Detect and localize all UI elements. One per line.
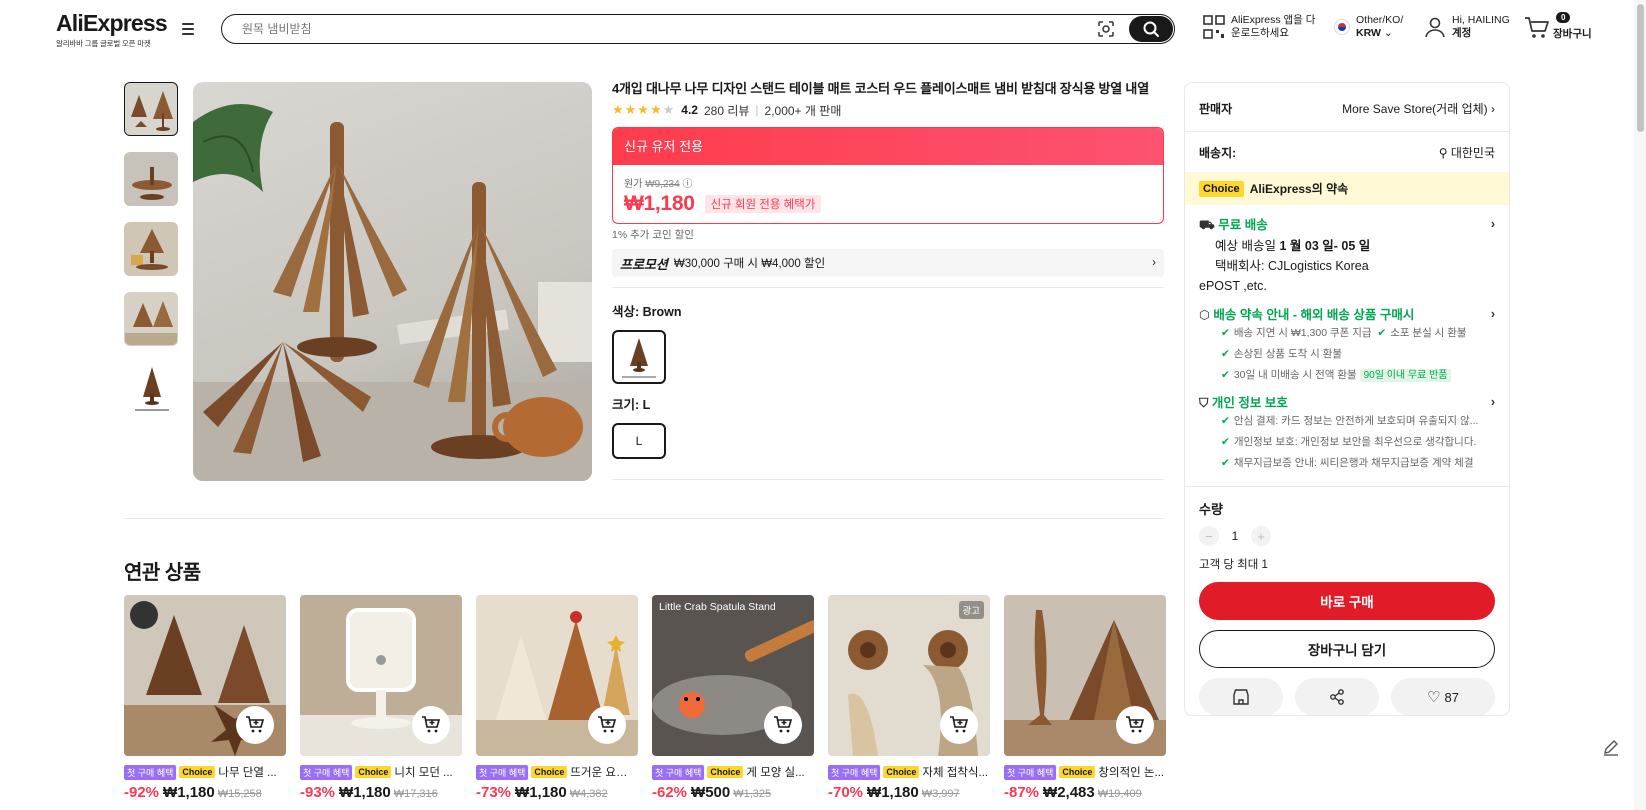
purchase-panel: 판매자 More Save Store(거래 업체) › 배송지: ⚲ 대한민국… [1184, 82, 1510, 716]
buy-now-button[interactable]: 바로 구매 [1199, 582, 1495, 620]
heart-icon: ♡ [1427, 689, 1441, 706]
location-pin-icon: ⚲ [1438, 145, 1448, 160]
search-bar [221, 14, 1175, 44]
chevron-right-icon: › [1152, 257, 1156, 269]
share-button[interactable] [1295, 678, 1379, 715]
cart-icon [1525, 16, 1549, 38]
info-icon[interactable]: ⓘ [682, 179, 692, 190]
qr-code-icon [1203, 15, 1225, 39]
promotion-bar[interactable]: 프로모션 ₩30,000 구매 시 ₩4,000 할인 › [612, 249, 1164, 277]
related-product-card[interactable]: Little Crab Spatula Stand 첫 구매 혜택 Choice 게… [652, 595, 814, 801]
sale-price: ₩1,180 [624, 192, 695, 215]
rating-stars-icon: ★★★★★ [612, 102, 676, 117]
thumbnail-4[interactable] [124, 292, 178, 346]
color-label: 색상: Brown [612, 305, 682, 319]
search-input[interactable] [222, 22, 1095, 36]
region-selector[interactable]: Other/KO/KRW ⌄ [1334, 14, 1403, 40]
section-divider [124, 518, 1164, 519]
share-icon [1330, 689, 1344, 705]
size-label: 크기: L [612, 398, 651, 412]
wishlist-button[interactable]: ♡ 87 [1391, 678, 1495, 715]
chevron-right-icon: › [1490, 217, 1495, 231]
related-product-card[interactable]: 첫 구매 혜택 Choice 창의적인 논... -87% ₩2,483 ₩19,409 [1004, 595, 1166, 801]
image-search-icon[interactable] [1095, 18, 1117, 40]
main-product-image[interactable] [193, 82, 592, 481]
scrollbar-thumb[interactable] [1637, 4, 1644, 132]
edit-icon[interactable] [1600, 736, 1622, 758]
product-title: 4개입 대나무 나무 디자인 스탠드 테이블 매트 코스터 우드 플레이스매트 … [612, 81, 1149, 96]
korea-flag-icon [1334, 19, 1350, 35]
rating-row[interactable]: ★★★★★ 4.2 280 리뷰 | 2,000+ 개 판매 [612, 102, 1164, 118]
related-product-card[interactable]: 첫 구매 혜택 Choice 나무 단열 ... -92% ₩1,180 ₩15,258 [124, 595, 286, 801]
color-option-brown[interactable] [612, 330, 666, 384]
related-product-card[interactable]: 광고 첫 구매 혜택 Choice 자체 접착식... -70% ₩1,180 ₩3,9… [828, 595, 990, 801]
price-tag: 신규 회원 전용 혜택가 [704, 195, 822, 213]
page-scrollbar[interactable] [1634, 0, 1646, 810]
quantity-stepper: − 1 + [1185, 526, 1509, 546]
ship-to-row[interactable]: 배송지: ⚲ 대한민국 [1185, 132, 1509, 172]
site-header: AliExpress 알리바바 그룹 글로벌 오픈 마켓 AliExpress … [0, 0, 1646, 58]
add-to-cart-icon[interactable] [236, 706, 274, 744]
related-product-card[interactable]: 첫 구매 혜택Choice뜨거운 요리용 나... -73%₩1,180₩4,3… [476, 595, 638, 801]
product-info: 4개입 대나무 나무 디자인 스탠드 테이블 매트 코스터 우드 플레이스매트 … [612, 80, 1164, 480]
cart-link[interactable]: 0 장바구니 [1524, 12, 1592, 41]
account-menu[interactable]: Hi, HAILING 계정 [1424, 14, 1510, 40]
size-option-l[interactable]: L [612, 423, 666, 459]
shield-icon: ⬡ [1199, 308, 1210, 322]
related-products-title: 연관 상품 [124, 562, 201, 584]
delivery-guarantee-row[interactable]: ⬡ 배송 약속 안내 - 해외 배송 상품 구매시 › [1185, 304, 1509, 323]
app-download-link[interactable]: AliExpress 앱을 다 운로드하세요 [1203, 14, 1315, 40]
coin-discount-note: 1% 추가 코인 할인 [612, 229, 694, 241]
chevron-right-icon: › [1490, 306, 1495, 321]
ad-badge: 광고 [958, 601, 984, 619]
search-button[interactable] [1129, 16, 1173, 42]
thumbnail-list [124, 82, 180, 432]
thumbnail-5[interactable] [124, 362, 178, 416]
add-to-cart-icon[interactable] [588, 706, 626, 744]
thumbnail-1[interactable] [124, 82, 178, 136]
store-button[interactable] [1199, 678, 1283, 715]
chevron-down-icon: ⌄ [1383, 27, 1393, 39]
add-to-cart-button[interactable]: 장바구니 담기 [1199, 630, 1495, 668]
new-user-label: 신규 유저 전용 [613, 128, 1163, 165]
related-products-list: 첫 구매 혜택 Choice 나무 단열 ... -92% ₩1,180 ₩15,258… [124, 595, 1166, 801]
qty-increase-button[interactable]: + [1251, 526, 1271, 546]
truck-icon: ⛟ [1199, 218, 1215, 232]
add-to-cart-icon[interactable] [940, 706, 978, 744]
menu-icon[interactable] [180, 22, 196, 36]
choice-promise-bar: Choice AliExpress의 약속 [1185, 172, 1509, 205]
chevron-right-icon: › [1491, 101, 1495, 116]
qty-decrease-button[interactable]: − [1199, 526, 1219, 546]
store-icon [1233, 689, 1249, 705]
chevron-right-icon: › [1490, 394, 1495, 409]
original-price: ₩9,234 [645, 179, 680, 190]
seller-row[interactable]: 판매자 More Save Store(거래 업체) › [1185, 85, 1509, 131]
thumbnail-3[interactable] [124, 222, 178, 276]
user-icon [1425, 17, 1445, 38]
search-icon [1143, 21, 1159, 37]
add-to-cart-icon[interactable] [1116, 706, 1154, 744]
cart-count-badge: 0 [1556, 12, 1571, 23]
thumbnail-2[interactable] [124, 152, 178, 206]
qty-value: 1 [1231, 529, 1239, 543]
new-user-price-box: 신규 유저 전용 원가 ₩9,234 ⓘ ₩1,180 신규 회원 전용 혜택가 [612, 127, 1164, 224]
related-product-card[interactable]: 첫 구매 혜택 Choice 니치 모던 ... -93% ₩1,180 ₩17,316 [300, 595, 462, 801]
add-to-cart-icon[interactable] [412, 706, 450, 744]
shield-check-icon: ⛉ [1199, 396, 1209, 410]
privacy-row[interactable]: ⛉ 개인 정보 보호 › [1185, 392, 1509, 411]
free-shipping-row[interactable]: ⛟ 무료 배송 › [1185, 214, 1509, 234]
add-to-cart-icon[interactable] [764, 706, 802, 744]
aliexpress-logo[interactable]: AliExpress 알리바바 그룹 글로벌 오픈 마켓 [56, 10, 168, 49]
